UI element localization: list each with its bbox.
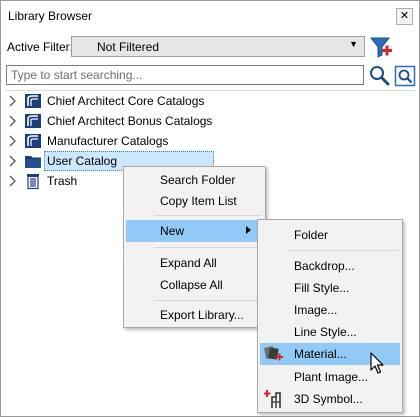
tree-item-label: User Catalog: [47, 154, 118, 168]
tree-item-label: Trash: [47, 174, 78, 188]
expand-chevron-icon[interactable]: [8, 155, 18, 167]
submenu-item-line-style[interactable]: Line Style...: [260, 321, 400, 343]
menu-separator: [154, 247, 262, 248]
search-input[interactable]: [6, 65, 364, 85]
tree-item-label: Chief Architect Bonus Catalogs: [47, 114, 213, 128]
catalog-icon: [25, 114, 41, 128]
menu-item-new[interactable]: New: [126, 220, 263, 242]
menu-separator: [154, 300, 262, 301]
submenu-item-backdrop[interactable]: Backdrop...: [260, 255, 400, 277]
menu-item-search-folder[interactable]: Search Folder: [126, 169, 263, 191]
expand-chevron-icon[interactable]: [8, 135, 18, 147]
tree-item-bonus-catalogs[interactable]: Chief Architect Bonus Catalogs: [6, 111, 406, 131]
active-filter-dropdown[interactable]: Not Filtered ▼: [71, 36, 365, 57]
catalog-icon: [25, 134, 41, 148]
tree-item-label: Manufacturer Catalogs: [47, 134, 169, 148]
mouse-cursor-icon: [370, 352, 384, 374]
title-bar: Library Browser ✕: [1, 1, 419, 31]
library-browser-window: Library Browser ✕ Active Filter: Not Fil…: [0, 0, 420, 417]
submenu-item-image[interactable]: Image...: [260, 299, 400, 321]
active-filter-label: Active Filter:: [7, 40, 74, 54]
menu-separator: [154, 215, 262, 216]
tree-item-core-catalogs[interactable]: Chief Architect Core Catalogs: [6, 91, 406, 111]
search-icon[interactable]: [368, 64, 390, 86]
window-title: Library Browser: [8, 9, 93, 23]
context-menu: Search Folder Copy Item List New Expand …: [123, 166, 266, 328]
submenu-item-folder[interactable]: Folder: [260, 224, 400, 246]
submenu-item-3d-symbol[interactable]: 3D Symbol...: [260, 388, 400, 410]
filter-row: Active Filter: Not Filtered ▼: [1, 34, 419, 60]
expand-chevron-icon[interactable]: [8, 175, 18, 187]
trash-icon: [27, 174, 39, 190]
catalog-icon: [25, 94, 41, 108]
tree-item-label: Chief Architect Core Catalogs: [47, 94, 205, 108]
expand-chevron-icon[interactable]: [8, 115, 18, 127]
close-button[interactable]: ✕: [396, 8, 413, 25]
material-icon: [264, 346, 283, 361]
menu-item-collapse-all[interactable]: Collapse All: [126, 274, 263, 296]
new-submenu: Folder Backdrop... Fill Style... Image..…: [257, 219, 403, 413]
active-filter-value: Not Filtered: [97, 40, 160, 54]
close-icon: ✕: [399, 10, 410, 22]
tree-item-manufacturer-catalogs[interactable]: Manufacturer Catalogs: [6, 131, 406, 151]
menu-item-export-library[interactable]: Export Library...: [126, 304, 263, 326]
dropdown-arrow-icon: ▼: [349, 39, 358, 49]
folder-icon: [25, 156, 41, 168]
menu-separator: [288, 250, 398, 251]
add-filter-icon[interactable]: [368, 34, 394, 60]
search-row: [1, 64, 419, 88]
menu-item-expand-all[interactable]: Expand All: [126, 252, 263, 274]
symbol-3d-icon: [264, 390, 281, 408]
advanced-search-icon[interactable]: [394, 65, 416, 87]
expand-chevron-icon[interactable]: [8, 95, 18, 107]
menu-item-copy-item-list[interactable]: Copy Item List: [126, 190, 263, 212]
submenu-item-fill-style[interactable]: Fill Style...: [260, 277, 400, 299]
submenu-arrow-icon: [246, 226, 251, 234]
